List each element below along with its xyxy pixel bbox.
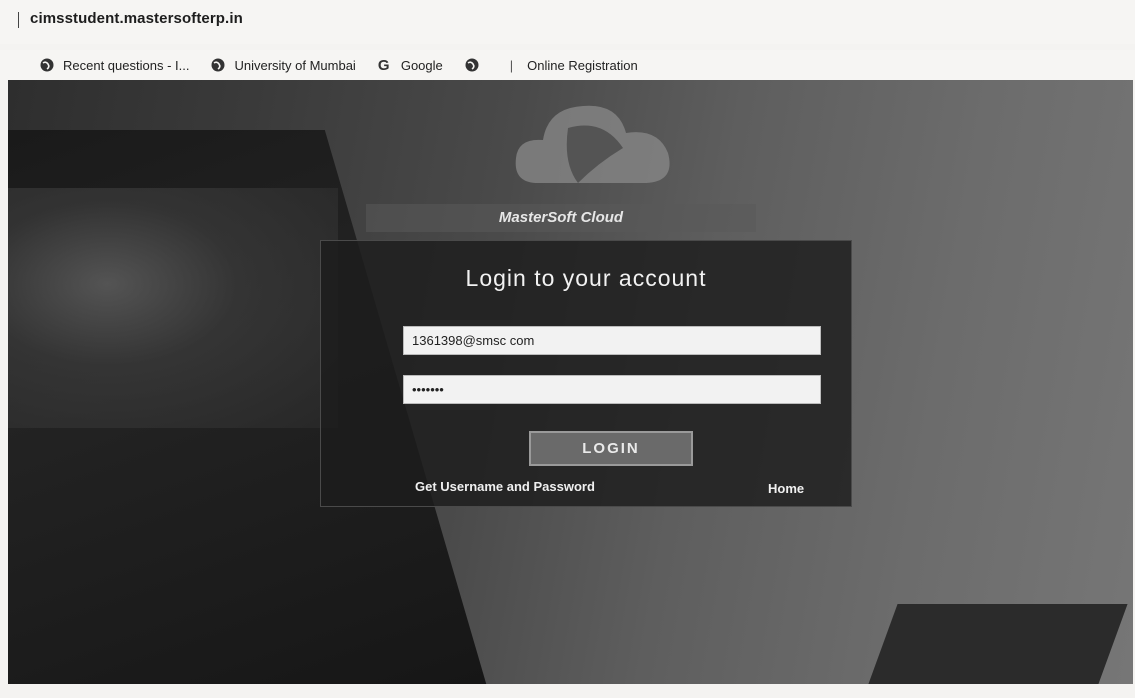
brand-title: MasterSoft Cloud [366, 204, 756, 232]
get-username-password-link[interactable]: Get Username and Password [415, 479, 595, 494]
login-panel: Login to your account LOGIN Get Username… [320, 240, 852, 507]
bookmarks-bar: Recent questions - I... University of Mu… [0, 50, 1135, 80]
login-button[interactable]: LOGIN [529, 431, 693, 466]
cloud-logo-icon [508, 88, 688, 198]
username-input[interactable] [403, 326, 821, 355]
bookmark-label: Recent questions - I... [63, 57, 190, 73]
home-link[interactable]: Home [768, 481, 804, 496]
bookmark-label: University of Mumbai [234, 57, 356, 73]
password-input[interactable] [403, 375, 821, 404]
bookmark-label: Google [400, 57, 443, 73]
google-icon: G [377, 56, 390, 74]
url-text[interactable]: cimsstudent.mastersofterp.in [30, 10, 243, 27]
page-viewport: MasterSoft Cloud Login to your account L… [8, 80, 1133, 684]
bookmark-online-registration[interactable]: | Online Registration [510, 58, 638, 73]
login-title: Login to your account [465, 265, 707, 291]
address-bar[interactable]: cimsstudent.mastersofterp.in [0, 0, 1135, 44]
bookmark-label: Online Registration [527, 57, 638, 73]
globe-icon [211, 58, 225, 72]
bookmark-unnamed[interactable] [465, 58, 488, 72]
text-cursor [18, 12, 19, 28]
bookmark-university-of-mumbai[interactable]: University of Mumbai [211, 57, 356, 73]
background-desk-item [868, 604, 1128, 684]
background-laptop-screen [8, 188, 338, 428]
globe-icon [465, 58, 479, 72]
globe-icon [40, 58, 54, 72]
page-icon: | [509, 57, 514, 73]
bookmark-recent-questions[interactable]: Recent questions - I... [40, 58, 189, 73]
bookmark-google[interactable]: G Google [378, 57, 443, 74]
